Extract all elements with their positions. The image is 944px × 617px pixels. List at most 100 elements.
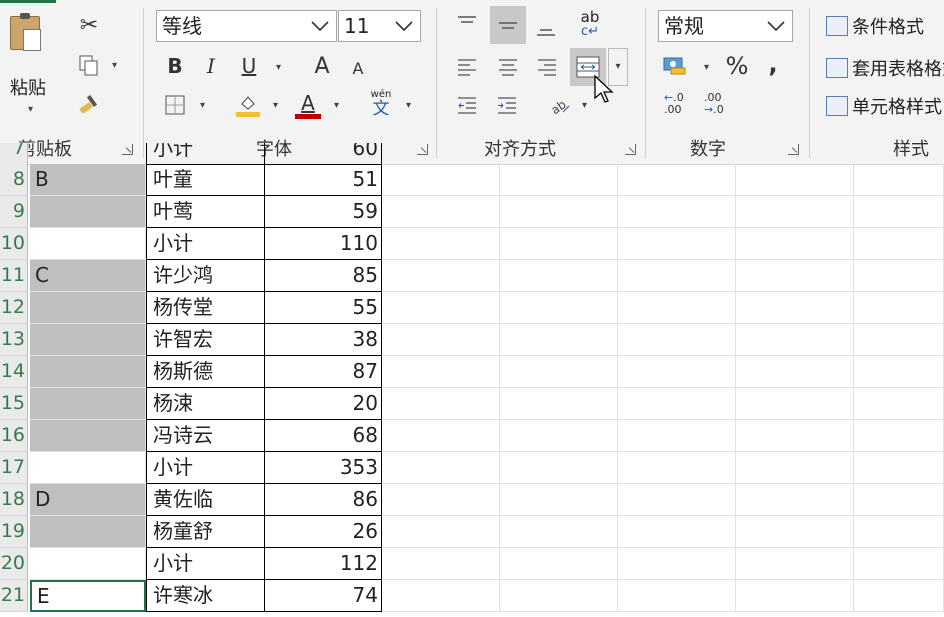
value-cell[interactable]: 59 — [265, 196, 382, 228]
empty-cell[interactable] — [618, 388, 736, 420]
name-cell[interactable]: 黄佐临 — [146, 484, 265, 516]
empty-cell[interactable] — [382, 420, 500, 452]
empty-cell[interactable] — [618, 420, 736, 452]
row-header[interactable]: 8 — [0, 164, 28, 196]
empty-cell[interactable] — [854, 324, 944, 356]
underline-dropdown[interactable]: ▾ — [276, 62, 281, 73]
empty-cell[interactable] — [382, 196, 500, 228]
group-cell[interactable] — [30, 324, 146, 356]
align-right-icon[interactable] — [533, 54, 561, 80]
empty-cell[interactable] — [500, 580, 618, 612]
empty-cell[interactable] — [618, 164, 736, 196]
wrap-text-button[interactable]: ab c↵ — [575, 10, 605, 42]
empty-cell[interactable] — [854, 164, 944, 196]
empty-cell[interactable] — [736, 548, 854, 580]
value-cell[interactable]: 38 — [265, 324, 382, 356]
empty-cell[interactable] — [854, 260, 944, 292]
empty-cell[interactable] — [500, 196, 618, 228]
row-header[interactable]: 7 — [0, 143, 28, 165]
name-cell[interactable]: 冯诗云 — [146, 420, 265, 452]
empty-cell[interactable] — [500, 420, 618, 452]
percent-button[interactable]: % — [722, 50, 752, 82]
borders-dropdown[interactable]: ▾ — [200, 100, 205, 111]
group-cell[interactable] — [30, 388, 146, 420]
empty-cell[interactable] — [500, 324, 618, 356]
value-cell[interactable]: 60 — [265, 143, 382, 165]
row-header[interactable]: 17 — [0, 452, 28, 484]
value-cell[interactable]: 26 — [265, 516, 382, 548]
underline-button[interactable]: U — [236, 52, 262, 80]
empty-cell[interactable] — [618, 452, 736, 484]
empty-cell[interactable] — [854, 548, 944, 580]
align-left-icon[interactable] — [453, 54, 481, 80]
empty-cell[interactable] — [382, 324, 500, 356]
value-cell[interactable]: 20 — [265, 388, 382, 420]
value-cell[interactable]: 68 — [265, 420, 382, 452]
empty-cell[interactable] — [736, 580, 854, 612]
empty-cell[interactable] — [854, 388, 944, 420]
empty-cell[interactable] — [382, 260, 500, 292]
bold-button[interactable]: B — [162, 52, 188, 80]
orientation-dropdown[interactable]: ▾ — [582, 100, 587, 111]
row-header[interactable]: 12 — [0, 292, 28, 324]
group-cell[interactable] — [30, 228, 146, 260]
row-header[interactable]: 18 — [0, 484, 28, 516]
empty-cell[interactable] — [736, 516, 854, 548]
copy-dropdown[interactable]: ▾ — [112, 60, 117, 71]
group-cell[interactable]: C — [30, 260, 146, 292]
empty-cell[interactable] — [736, 228, 854, 260]
row-header[interactable]: 9 — [0, 196, 28, 228]
group-cell[interactable] — [30, 356, 146, 388]
empty-cell[interactable] — [854, 484, 944, 516]
empty-cell[interactable] — [854, 196, 944, 228]
scissors-icon[interactable]: ✂ — [75, 10, 103, 40]
empty-cell[interactable] — [500, 484, 618, 516]
empty-cell[interactable] — [382, 580, 500, 612]
align-center-icon[interactable] — [494, 54, 522, 80]
empty-cell[interactable] — [854, 420, 944, 452]
name-cell[interactable]: 小计 — [146, 548, 265, 580]
font-color-dropdown[interactable]: ▾ — [334, 100, 339, 111]
comma-button[interactable]: , — [762, 50, 784, 78]
empty-cell[interactable] — [736, 196, 854, 228]
copy-icon[interactable] — [75, 52, 103, 80]
accounting-format-icon[interactable] — [660, 52, 690, 80]
group-cell[interactable] — [30, 516, 146, 548]
empty-cell[interactable] — [500, 260, 618, 292]
value-cell[interactable]: 110 — [265, 228, 382, 260]
empty-cell[interactable] — [736, 260, 854, 292]
empty-cell[interactable] — [618, 292, 736, 324]
format-as-table-button[interactable]: 套用表格格式 — [826, 54, 944, 82]
name-cell[interactable]: 叶童 — [146, 164, 265, 196]
name-cell[interactable]: 许少鸿 — [146, 260, 265, 292]
empty-cell[interactable] — [736, 484, 854, 516]
phonetic-dropdown[interactable]: ▾ — [406, 100, 411, 111]
empty-cell[interactable] — [500, 452, 618, 484]
accounting-dropdown[interactable]: ▾ — [704, 62, 709, 73]
row-header[interactable]: 16 — [0, 420, 28, 452]
empty-cell[interactable] — [500, 292, 618, 324]
empty-cell[interactable] — [618, 356, 736, 388]
group-cell[interactable] — [30, 196, 146, 228]
group-cell[interactable] — [30, 548, 146, 580]
value-cell[interactable]: 74 — [265, 580, 382, 612]
empty-cell[interactable] — [736, 388, 854, 420]
align-middle-icon[interactable] — [490, 6, 526, 44]
name-cell[interactable]: 杨童舒 — [146, 516, 265, 548]
empty-cell[interactable] — [736, 452, 854, 484]
row-header[interactable]: 10 — [0, 228, 28, 260]
value-cell[interactable]: 353 — [265, 452, 382, 484]
group-cell[interactable]: E — [30, 580, 146, 612]
empty-cell[interactable] — [854, 292, 944, 324]
name-cell[interactable]: 许寒冰 — [146, 580, 265, 612]
empty-cell[interactable] — [382, 228, 500, 260]
value-cell[interactable]: 51 — [265, 164, 382, 196]
value-cell[interactable]: 55 — [265, 292, 382, 324]
grow-font-button[interactable]: A — [310, 52, 334, 80]
empty-cell[interactable] — [618, 228, 736, 260]
decrease-decimal-button[interactable]: .00 →.0 — [704, 92, 734, 120]
name-cell[interactable]: 叶莺 — [146, 196, 265, 228]
name-cell[interactable]: 小计 — [146, 452, 265, 484]
group-cell[interactable] — [30, 292, 146, 324]
empty-cell[interactable] — [500, 356, 618, 388]
